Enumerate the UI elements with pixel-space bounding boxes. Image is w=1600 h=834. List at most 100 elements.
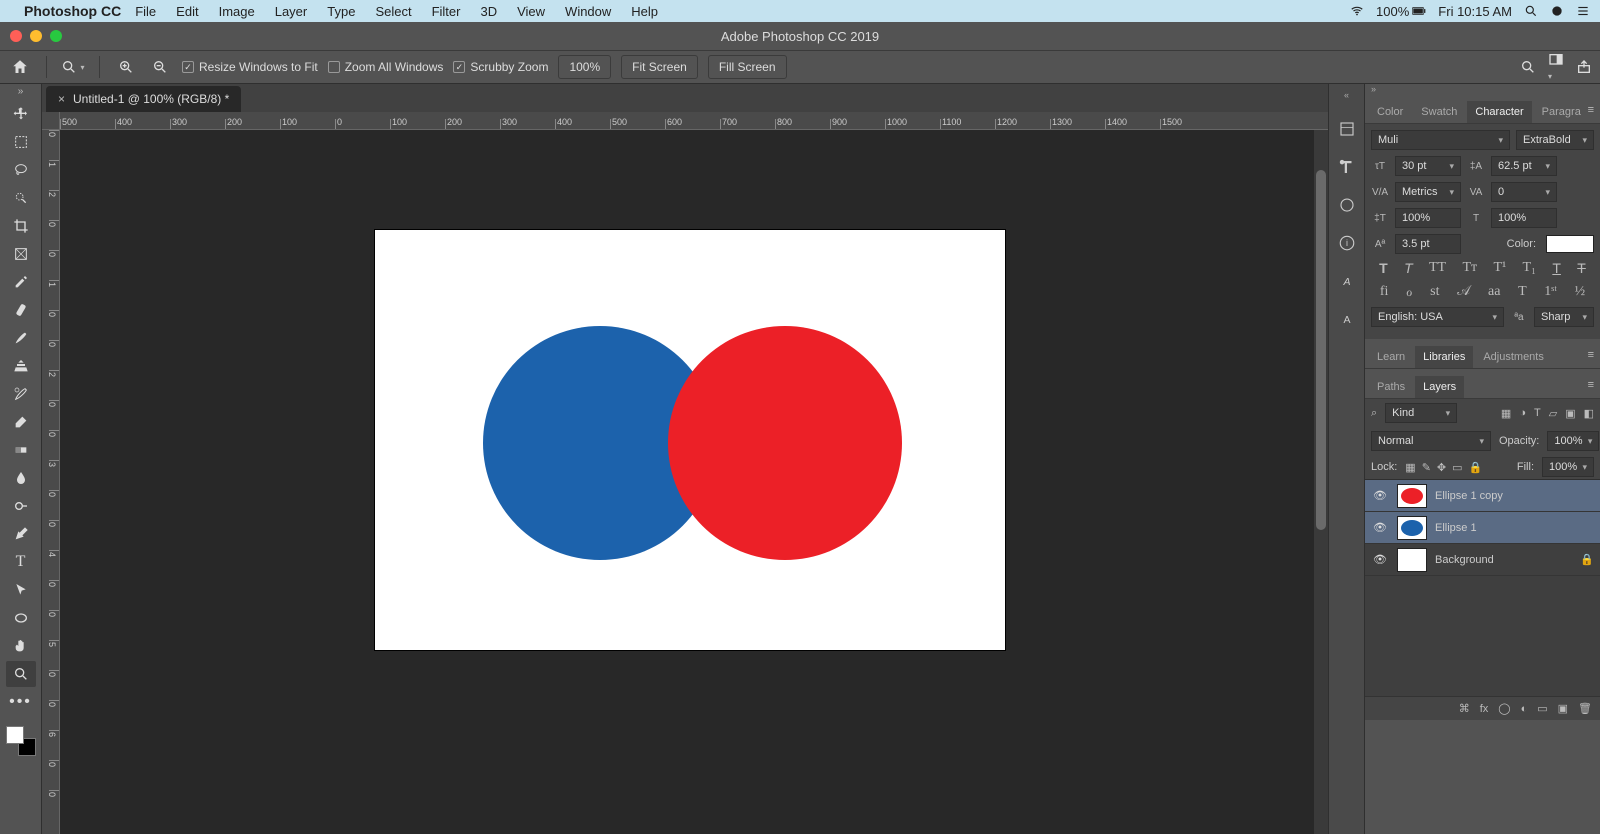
info-panel-icon[interactable]: i <box>1336 232 1358 254</box>
language-select[interactable]: English: USA▾ <box>1371 307 1504 327</box>
underline-button[interactable]: T <box>1552 260 1561 278</box>
font-family-select[interactable]: Muli▾ <box>1371 130 1510 150</box>
menu-type[interactable]: Type <box>327 4 355 19</box>
lock-transparent-icon[interactable]: ▦ <box>1405 461 1415 474</box>
lock-artboard-icon[interactable]: ▭ <box>1452 461 1462 474</box>
menu-filter[interactable]: Filter <box>432 4 461 19</box>
crop-tool[interactable] <box>6 213 36 239</box>
layer-row[interactable]: 👁Background🔒 <box>1365 544 1600 576</box>
type-tool[interactable]: T <box>6 549 36 575</box>
tools-expand-icon[interactable]: » <box>18 86 24 100</box>
home-icon[interactable] <box>8 55 32 79</box>
new-layer-icon[interactable]: ▣ <box>1558 702 1568 715</box>
layer-row[interactable]: 👁Ellipse 1 copy <box>1365 480 1600 512</box>
history-panel-icon[interactable] <box>1336 118 1358 140</box>
brush-tool[interactable] <box>6 325 36 351</box>
leading-input[interactable]: 62.5 pt▾ <box>1491 156 1557 176</box>
scrollbar-thumb[interactable] <box>1316 170 1326 530</box>
ruler-horizontal[interactable]: 5004003002001000100200300400500600700800… <box>60 112 1328 130</box>
lock-position-icon[interactable]: ✥ <box>1437 461 1446 474</box>
filter-shape-icon[interactable]: ▱ <box>1549 407 1557 420</box>
horizontal-scale-input[interactable]: 100% <box>1491 208 1557 228</box>
ruler-vertical[interactable]: 01200100200300400500600 <box>42 130 60 834</box>
antialias-select[interactable]: Sharp▾ <box>1534 307 1594 327</box>
tab-paragraph[interactable]: Paragra <box>1534 101 1589 123</box>
visibility-toggle-icon[interactable]: 👁 <box>1371 521 1389 534</box>
layer-name[interactable]: Ellipse 1 copy <box>1435 490 1503 502</box>
discretionary-button[interactable]: st <box>1430 284 1439 301</box>
new-group-icon[interactable]: ▭ <box>1537 702 1547 715</box>
menu-window[interactable]: Window <box>565 4 611 19</box>
resize-windows-checkbox[interactable]: ✓Resize Windows to Fit <box>182 60 318 74</box>
eraser-tool[interactable] <box>6 409 36 435</box>
filter-smart-icon[interactable]: ▣ <box>1565 407 1575 420</box>
contextual-button[interactable]: ℴ <box>1406 284 1412 301</box>
app-name[interactable]: Photoshop CC <box>24 3 121 19</box>
tab-color[interactable]: Color <box>1369 101 1411 123</box>
quick-select-tool[interactable] <box>6 185 36 211</box>
tab-paths[interactable]: Paths <box>1369 376 1413 398</box>
dodge-tool[interactable] <box>6 493 36 519</box>
zoom-all-checkbox[interactable]: Zoom All Windows <box>328 60 444 74</box>
lasso-tool[interactable] <box>6 157 36 183</box>
italic-button[interactable]: T <box>1404 260 1413 278</box>
titling-button[interactable]: T <box>1518 284 1527 301</box>
filter-toggle-icon[interactable]: ◧ <box>1584 407 1594 420</box>
layer-mask-icon[interactable]: ◯ <box>1498 702 1510 715</box>
stylistic-button[interactable]: aa <box>1488 284 1500 301</box>
fill-input[interactable]: 100%▾ <box>1542 457 1594 477</box>
font-weight-select[interactable]: ExtraBold▾ <box>1516 130 1594 150</box>
menu-image[interactable]: Image <box>219 4 255 19</box>
zoom-tool[interactable] <box>6 661 36 687</box>
battery-status[interactable]: 100% <box>1376 4 1426 19</box>
layer-fx-icon[interactable]: fx <box>1480 703 1489 715</box>
path-select-tool[interactable] <box>6 577 36 603</box>
layer-name[interactable]: Ellipse 1 <box>1435 522 1477 534</box>
tab-layers[interactable]: Layers <box>1415 376 1464 398</box>
control-center-icon[interactable] <box>1576 4 1590 18</box>
tab-learn[interactable]: Learn <box>1369 346 1413 368</box>
menu-select[interactable]: Select <box>375 4 411 19</box>
subscript-button[interactable]: T₁ <box>1523 260 1536 278</box>
menu-layer[interactable]: Layer <box>275 4 308 19</box>
menu-view[interactable]: View <box>517 4 545 19</box>
baseline-shift-input[interactable]: 3.5 pt <box>1395 234 1461 254</box>
shape-tool[interactable] <box>6 605 36 631</box>
close-tab-icon[interactable]: × <box>58 92 65 106</box>
siri-icon[interactable] <box>1550 4 1564 18</box>
filter-pixel-icon[interactable]: ▦ <box>1501 407 1511 420</box>
wifi-icon[interactable] <box>1350 4 1364 18</box>
menu-edit[interactable]: Edit <box>176 4 198 19</box>
document-tab[interactable]: × Untitled-1 @ 100% (RGB/8) * <box>46 86 241 112</box>
scrubby-zoom-checkbox[interactable]: ✓Scrubby Zoom <box>453 60 548 74</box>
font-size-input[interactable]: 30 pt▾ <box>1395 156 1461 176</box>
color-swatches[interactable] <box>6 726 36 756</box>
history-brush-tool[interactable] <box>6 381 36 407</box>
tracking-input[interactable]: 0▾ <box>1491 182 1557 202</box>
foreground-color-swatch[interactable] <box>6 726 24 744</box>
layer-thumbnail[interactable] <box>1397 516 1427 540</box>
menu-help[interactable]: Help <box>631 4 658 19</box>
filter-type-icon[interactable]: T <box>1534 407 1541 420</box>
lock-pixels-icon[interactable]: ✎ <box>1422 461 1431 474</box>
blend-mode-select[interactable]: Normal▾ <box>1371 431 1491 451</box>
delete-layer-icon[interactable]: 🗑 <box>1578 702 1592 715</box>
layer-thumbnail[interactable] <box>1397 548 1427 572</box>
workspace-icon[interactable]: ▾ <box>1548 52 1564 82</box>
superscript-button[interactable]: T¹ <box>1493 260 1506 278</box>
link-layers-icon[interactable]: ⌘ <box>1459 702 1470 715</box>
panels-collapse-icon[interactable]: » <box>1365 84 1600 98</box>
zoom-out-icon[interactable] <box>148 55 172 79</box>
allcaps-button[interactable]: TT <box>1429 260 1446 278</box>
tab-libraries[interactable]: Libraries <box>1415 346 1473 368</box>
share-icon[interactable] <box>1576 59 1592 75</box>
smallcaps-button[interactable]: Tᴛ <box>1462 260 1477 278</box>
paragraph-panel-icon[interactable] <box>1336 156 1358 178</box>
glyphs-panel-icon[interactable] <box>1336 194 1358 216</box>
frame-tool[interactable] <box>6 241 36 267</box>
panel-menu-icon[interactable]: ≡ <box>1588 379 1594 391</box>
panel-menu-icon[interactable]: ≡ <box>1588 104 1594 116</box>
hand-tool[interactable] <box>6 633 36 659</box>
vertical-scrollbar[interactable] <box>1314 130 1328 834</box>
tab-character[interactable]: Character <box>1467 101 1531 123</box>
